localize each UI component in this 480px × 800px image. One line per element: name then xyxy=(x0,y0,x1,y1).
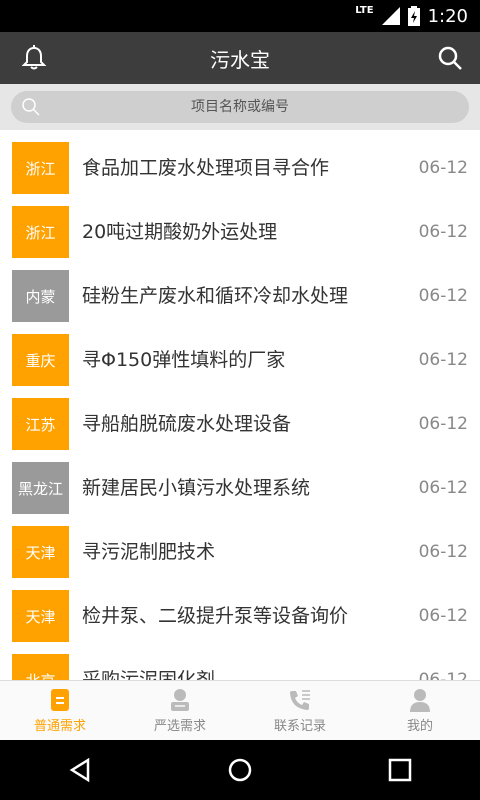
list-item[interactable]: 天津 检井泵、二级提升泵等设备询价 06-12 xyxy=(0,584,480,648)
item-date: 06-12 xyxy=(418,670,468,680)
list-item[interactable]: 江苏 寻船舶脱硫废水处理设备 06-12 xyxy=(0,392,480,456)
region-tag: 重庆 xyxy=(12,334,69,386)
page-title: 污水宝 xyxy=(210,47,270,72)
item-date: 06-12 xyxy=(418,478,468,498)
app-header: 污水宝 xyxy=(0,32,480,84)
item-date: 06-12 xyxy=(418,350,468,370)
region-tag: 黑龙江 xyxy=(12,462,69,514)
region-tag: 浙江 xyxy=(12,206,69,258)
clock: 1:20 xyxy=(427,5,468,27)
battery-icon xyxy=(407,6,420,26)
profile-icon xyxy=(410,689,430,712)
item-date: 06-12 xyxy=(418,158,468,178)
item-date: 06-12 xyxy=(418,542,468,562)
region-tag: 天津 xyxy=(12,590,69,642)
tab-label: 普通需求 xyxy=(33,719,86,734)
search-input[interactable] xyxy=(11,91,469,123)
demand-list: 浙江 食品加工废水处理项目寻合作 06-12 浙江 20吨过期酸奶外运处理 06… xyxy=(0,136,480,680)
bottom-nav: 普通需求 严选需求 联系记录 我的 xyxy=(0,680,480,740)
system-nav-bar xyxy=(0,740,480,800)
item-date: 06-12 xyxy=(418,222,468,242)
search-area xyxy=(0,84,480,130)
user-badge-icon xyxy=(171,689,189,711)
region-tag: 浙江 xyxy=(12,142,69,194)
phone-icon xyxy=(290,690,310,710)
tab-label: 我的 xyxy=(406,719,433,734)
tab-label: 联系记录 xyxy=(273,719,326,734)
bell-icon[interactable] xyxy=(20,44,48,72)
search-box[interactable] xyxy=(11,91,469,123)
tab-regular-demand[interactable]: 普通需求 xyxy=(0,681,120,740)
list-item[interactable]: 重庆 寻Φ150弹性填料的厂家 06-12 xyxy=(0,328,480,392)
item-title: 采购污泥固化剂 xyxy=(82,669,216,680)
region-tag: 天津 xyxy=(12,526,69,578)
search-icon[interactable] xyxy=(436,44,464,72)
item-date: 06-12 xyxy=(418,414,468,434)
item-title: 寻Φ150弹性填料的厂家 xyxy=(82,349,286,371)
region-tag: 内蒙 xyxy=(12,270,69,322)
item-title: 新建居民小镇污水处理系统 xyxy=(82,477,311,499)
list-item[interactable]: 北京 采购污泥固化剂 06-12 xyxy=(0,648,480,680)
item-title: 寻船舶脱硫废水处理设备 xyxy=(82,413,292,435)
region-tag: 江苏 xyxy=(12,398,69,450)
magnifier-icon xyxy=(22,98,40,116)
item-title: 食品加工废水处理项目寻合作 xyxy=(82,157,330,179)
tab-label: 严选需求 xyxy=(153,719,206,734)
network-type: LTE xyxy=(355,4,374,16)
tab-mine[interactable]: 我的 xyxy=(360,681,480,740)
signal-icon xyxy=(381,7,400,25)
item-date: 06-12 xyxy=(418,606,468,626)
list-item[interactable]: 黑龙江 新建居民小镇污水处理系统 06-12 xyxy=(0,456,480,520)
home-icon[interactable] xyxy=(226,756,254,784)
status-bar: LTE 1:20 xyxy=(0,0,480,32)
tab-selected-demand[interactable]: 严选需求 xyxy=(120,681,240,740)
item-title: 寻污泥制肥技术 xyxy=(82,541,216,563)
item-title: 硅粉生产废水和循环冷却水处理 xyxy=(82,285,349,307)
region-tag: 北京 xyxy=(12,654,69,680)
document-icon xyxy=(51,689,69,711)
item-title: 20吨过期酸奶外运处理 xyxy=(82,221,278,243)
tab-contact-records[interactable]: 联系记录 xyxy=(240,681,360,740)
item-date: 06-12 xyxy=(418,286,468,306)
list-item[interactable]: 浙江 20吨过期酸奶外运处理 06-12 xyxy=(0,200,480,264)
recents-icon[interactable] xyxy=(386,756,414,784)
back-icon[interactable] xyxy=(66,756,94,784)
list-item[interactable]: 内蒙 硅粉生产废水和循环冷却水处理 06-12 xyxy=(0,264,480,328)
list-item[interactable]: 浙江 食品加工废水处理项目寻合作 06-12 xyxy=(0,136,480,200)
list-item[interactable]: 天津 寻污泥制肥技术 06-12 xyxy=(0,520,480,584)
item-title: 检井泵、二级提升泵等设备询价 xyxy=(82,605,349,627)
